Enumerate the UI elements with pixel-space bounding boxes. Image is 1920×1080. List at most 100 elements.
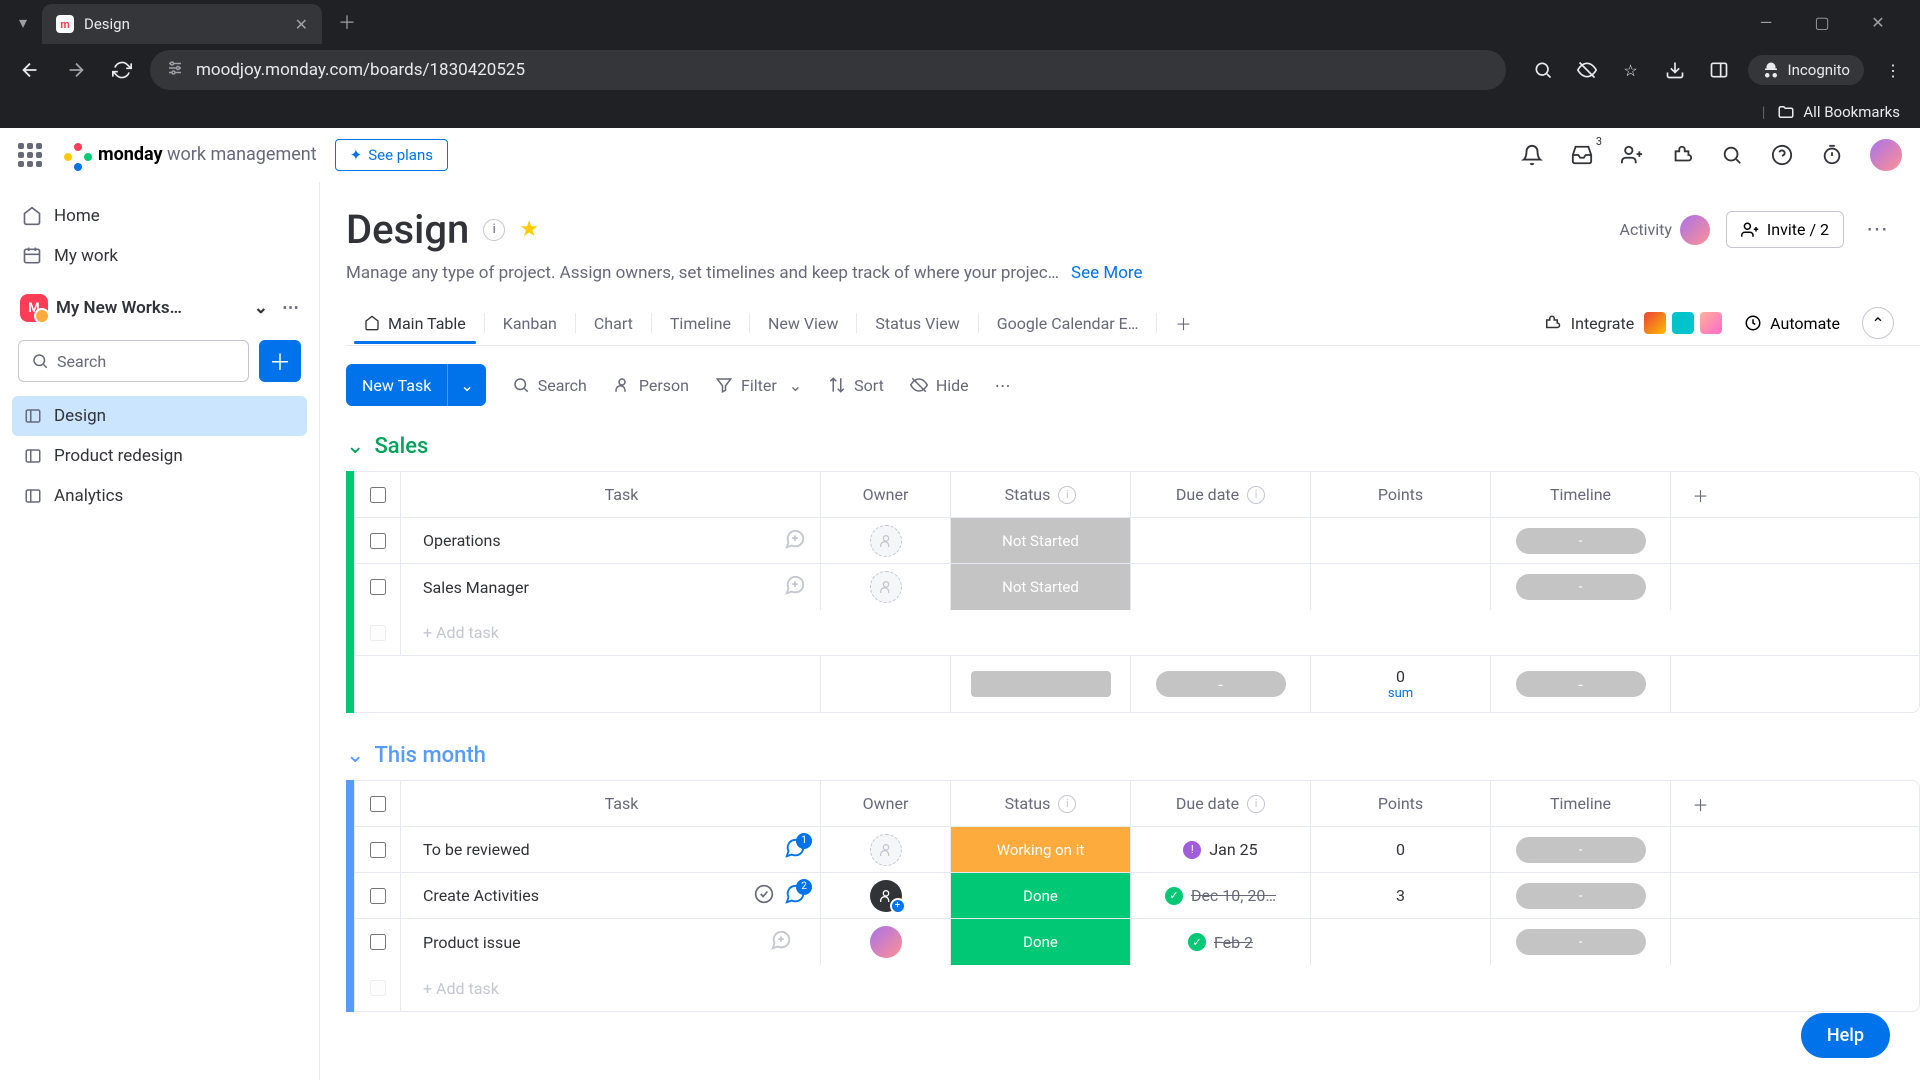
view-tab[interactable]: Kanban [485, 304, 575, 343]
new-tab-button[interactable]: ＋ [332, 7, 362, 37]
toolbar-more-icon[interactable]: ⋯ [995, 376, 1011, 395]
eye-off-icon[interactable] [1572, 55, 1602, 85]
column-owner[interactable]: Owner [820, 472, 950, 517]
close-window-icon[interactable]: ✕ [1860, 4, 1896, 40]
column-due-date[interactable]: Due datei [1130, 781, 1310, 826]
owner-cell[interactable] [820, 919, 950, 965]
workspace-icon[interactable]: M [20, 294, 48, 322]
due-date-cell[interactable]: !Jan 25 [1130, 827, 1310, 872]
row-checkbox[interactable] [354, 827, 400, 872]
notifications-icon[interactable] [1518, 141, 1546, 169]
view-tab[interactable]: Main Table [346, 304, 484, 343]
search-everything-icon[interactable] [1718, 141, 1746, 169]
owner-cell[interactable] [820, 827, 950, 872]
view-tab[interactable]: Google Calendar E… [979, 304, 1157, 343]
person-filter-button[interactable]: Person [613, 376, 689, 395]
forward-button[interactable] [58, 52, 94, 88]
help-floating-button[interactable]: Help [1801, 1013, 1890, 1058]
download-icon[interactable] [1660, 55, 1690, 85]
site-settings-icon[interactable] [166, 59, 184, 82]
owner-cell[interactable] [820, 518, 950, 563]
timeline-cell[interactable]: - [1490, 873, 1670, 918]
info-icon[interactable]: i [1247, 795, 1265, 813]
column-points[interactable]: Points [1310, 781, 1490, 826]
collapse-header-icon[interactable]: ⌃ [1862, 307, 1894, 339]
select-all-checkbox[interactable] [354, 781, 400, 826]
column-owner[interactable]: Owner [820, 781, 950, 826]
info-icon[interactable]: i [1247, 486, 1265, 504]
hide-button[interactable]: Hide [910, 376, 969, 395]
new-task-dropdown-icon[interactable]: ⌄ [447, 364, 485, 406]
add-view-icon[interactable]: ＋ [1157, 301, 1209, 345]
zoom-icon[interactable] [1528, 55, 1558, 85]
sort-button[interactable]: Sort [828, 376, 884, 395]
workspace-chevron-icon[interactable]: ⌄ [254, 298, 268, 318]
sidepanel-icon[interactable] [1704, 55, 1734, 85]
sidebar-home[interactable]: Home [12, 196, 307, 236]
timeline-cell[interactable]: - [1490, 919, 1670, 965]
workspace-menu-icon[interactable]: ⋯ [282, 298, 299, 318]
status-cell[interactable]: Working on it [950, 827, 1130, 872]
column-points[interactable]: Points [1310, 472, 1490, 517]
status-cell[interactable]: Done [950, 919, 1130, 965]
owner-cell[interactable] [820, 564, 950, 610]
row-checkbox[interactable] [354, 518, 400, 563]
all-bookmarks-button[interactable]: All Bookmarks [1777, 103, 1900, 121]
group-collapse-icon[interactable]: ⌄ [346, 743, 364, 768]
apps-grid-icon[interactable] [16, 141, 44, 169]
add-task-button[interactable]: + Add task [400, 965, 1570, 1011]
column-status[interactable]: Statusi [950, 472, 1130, 517]
conversation-icon[interactable]: 2 [784, 883, 806, 905]
sidebar-board-item[interactable]: Analytics [12, 476, 307, 516]
timeline-cell[interactable]: - [1490, 564, 1670, 610]
points-cell[interactable]: 0 [1310, 827, 1490, 872]
help-icon[interactable] [1768, 141, 1796, 169]
column-status[interactable]: Statusi [950, 781, 1130, 826]
points-cell[interactable]: 3 [1310, 873, 1490, 918]
sidebar-my-work[interactable]: My work [12, 236, 307, 276]
due-date-cell[interactable]: ✓Feb 2 [1130, 919, 1310, 965]
add-conversation-icon[interactable] [784, 574, 806, 600]
filter-button[interactable]: Filter⌄ [715, 376, 802, 395]
row-checkbox[interactable] [354, 919, 400, 965]
add-conversation-icon[interactable] [770, 936, 792, 955]
timeline-cell[interactable]: - [1490, 518, 1670, 563]
conversation-icon[interactable]: 1 [784, 837, 806, 859]
owner-cell[interactable]: + [820, 873, 950, 918]
info-icon[interactable]: i [1058, 795, 1076, 813]
favorite-star-icon[interactable]: ★ [519, 217, 539, 242]
due-date-cell[interactable] [1130, 518, 1310, 563]
inbox-icon[interactable]: 3 [1568, 141, 1596, 169]
add-column-icon[interactable]: ＋ [1670, 472, 1730, 517]
browser-tab[interactable]: m Design ✕ [42, 4, 322, 44]
add-board-button[interactable]: ＋ [259, 340, 301, 382]
timeline-cell[interactable]: - [1490, 827, 1670, 872]
group-collapse-icon[interactable]: ⌄ [346, 434, 364, 459]
status-cell[interactable]: Not Started [950, 518, 1130, 563]
bookmark-star-icon[interactable]: ☆ [1616, 55, 1646, 85]
column-due-date[interactable]: Due datei [1130, 472, 1310, 517]
board-info-icon[interactable]: i [483, 219, 505, 241]
add-conversation-icon[interactable] [784, 528, 806, 554]
apps-marketplace-icon[interactable] [1668, 141, 1696, 169]
close-tab-icon[interactable]: ✕ [295, 15, 308, 34]
maximize-icon[interactable]: ▢ [1804, 4, 1840, 40]
minimize-icon[interactable]: — [1748, 4, 1784, 40]
view-tab[interactable]: Status View [857, 304, 977, 343]
points-cell[interactable] [1310, 518, 1490, 563]
info-icon[interactable]: i [1058, 486, 1076, 504]
task-cell[interactable]: Create Activities2 [400, 873, 820, 918]
incognito-chip[interactable]: Incognito [1748, 55, 1864, 85]
due-date-cell[interactable]: ✓Dec 10, 20… [1130, 873, 1310, 918]
status-cell[interactable]: Done [950, 873, 1130, 918]
sidebar-board-item[interactable]: Design [12, 396, 307, 436]
add-column-icon[interactable]: ＋ [1670, 781, 1730, 826]
invite-button[interactable]: Invite / 2 [1726, 211, 1844, 248]
view-tab[interactable]: Timeline [652, 304, 749, 343]
browser-menu-icon[interactable]: ⋮ [1878, 55, 1908, 85]
column-timeline[interactable]: Timeline [1490, 781, 1670, 826]
monday-logo[interactable]: monday work management [62, 141, 317, 169]
row-checkbox[interactable] [354, 873, 400, 918]
see-more-link[interactable]: See More [1071, 263, 1143, 283]
reload-button[interactable] [104, 52, 140, 88]
